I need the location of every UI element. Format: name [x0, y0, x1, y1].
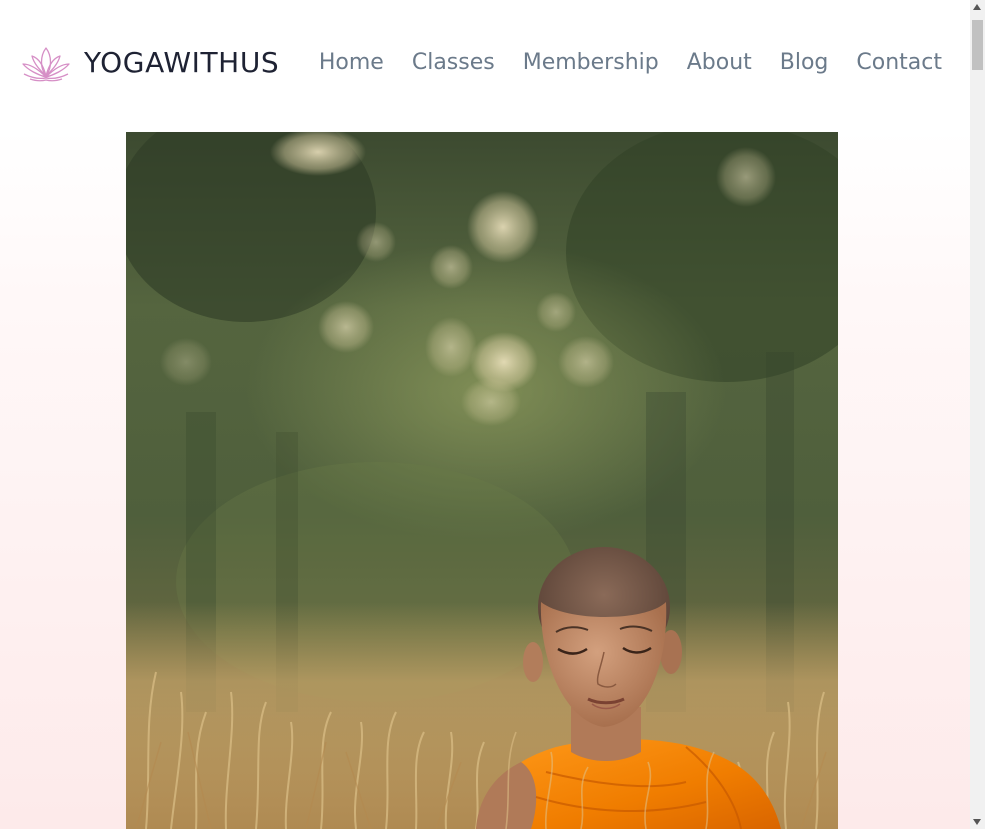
- vertical-scrollbar[interactable]: [970, 0, 985, 829]
- nav-item-membership[interactable]: Membership: [523, 50, 659, 75]
- lotus-icon[interactable]: [18, 44, 74, 84]
- scroll-thumb[interactable]: [972, 20, 983, 70]
- site-header: YOGAWITHUS Home Classes Membership About…: [0, 0, 970, 128]
- scroll-up-arrow-icon[interactable]: [973, 4, 981, 10]
- nav-item-about[interactable]: About: [687, 50, 752, 75]
- main-nav: Home Classes Membership About Blog Conta…: [319, 50, 942, 75]
- page: YOGAWITHUS Home Classes Membership About…: [0, 0, 970, 829]
- nav-item-home[interactable]: Home: [319, 50, 384, 75]
- nav-item-contact[interactable]: Contact: [856, 50, 942, 75]
- nav-item-blog[interactable]: Blog: [780, 50, 829, 75]
- brand-name[interactable]: YOGAWITHUS: [84, 46, 279, 79]
- scroll-down-arrow-icon[interactable]: [973, 819, 981, 825]
- nav-item-classes[interactable]: Classes: [412, 50, 495, 75]
- hero-image: [126, 132, 838, 829]
